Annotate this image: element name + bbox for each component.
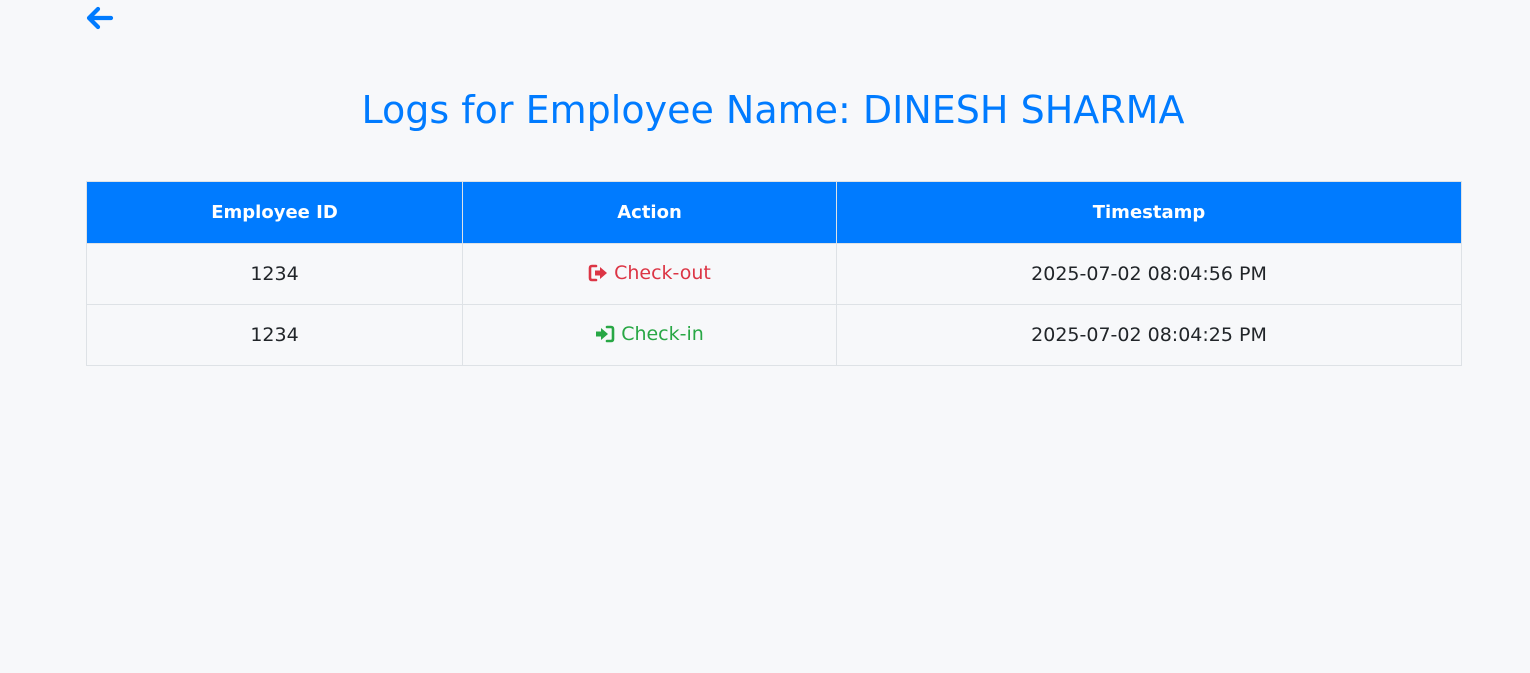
action-label: Check-in xyxy=(621,322,704,345)
arrow-left-icon xyxy=(84,4,114,36)
back-button[interactable] xyxy=(84,6,114,34)
sign-out-icon xyxy=(588,264,608,282)
column-header-action: Action xyxy=(462,181,837,244)
column-header-timestamp: Timestamp xyxy=(836,181,1462,244)
action-cell: Check-out xyxy=(462,243,837,305)
timestamp-cell: 2025-07-02 08:04:25 PM xyxy=(836,304,1462,366)
action-cell: Check-in xyxy=(462,304,837,366)
table-header-row: Employee ID Action Timestamp xyxy=(86,181,1462,244)
timestamp-cell: 2025-07-02 08:04:56 PM xyxy=(836,243,1462,305)
column-header-employee-id: Employee ID xyxy=(86,181,463,244)
employee-id-cell: 1234 xyxy=(86,243,463,305)
action-label: Check-out xyxy=(614,261,711,284)
table-row: 1234 Check-in 2025-07-02 08:04:25 PM xyxy=(86,304,1462,366)
employee-id-cell: 1234 xyxy=(86,304,463,366)
sign-in-icon xyxy=(595,325,615,343)
table-row: 1234 Check-out 2025-07-02 08:04:56 PM xyxy=(86,243,1462,305)
logs-table: Employee ID Action Timestamp 1234 Check-… xyxy=(86,181,1462,366)
page-title: Logs for Employee Name: DINESH SHARMA xyxy=(361,88,1185,132)
